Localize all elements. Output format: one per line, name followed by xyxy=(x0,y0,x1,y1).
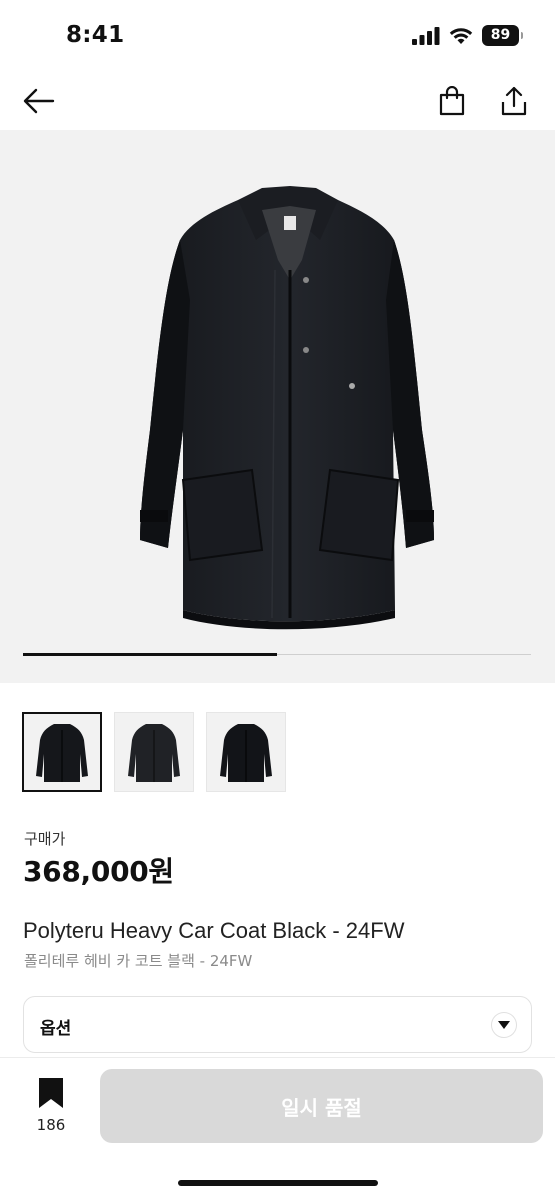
thumbnail-1[interactable] xyxy=(22,712,102,792)
share-icon xyxy=(501,86,527,116)
thumbnail-strip xyxy=(22,712,286,792)
price: 368,000원 xyxy=(23,855,174,888)
thumbnail-3[interactable] xyxy=(206,712,286,792)
option-label: 옵션 xyxy=(40,1019,72,1039)
battery-icon: 89 xyxy=(482,25,523,46)
product-title-en: Polyteru Heavy Car Coat Black - 24FW xyxy=(23,918,405,943)
home-indicator xyxy=(178,1180,378,1186)
option-chevron-button[interactable] xyxy=(491,1012,517,1038)
bookmark-button[interactable]: 186 xyxy=(24,1078,78,1134)
sold-out-button[interactable]: 일시 품절 xyxy=(100,1069,543,1143)
bottom-divider xyxy=(0,1057,555,1058)
status-icons: 89 xyxy=(412,25,523,46)
thumbnail-2[interactable] xyxy=(114,712,194,792)
chevron-down-icon xyxy=(498,1020,510,1029)
bookmark-count: 186 xyxy=(36,1116,66,1134)
product-title-ko: 폴리테루 헤비 카 코트 블랙 - 24FW xyxy=(24,952,253,970)
signal-icon xyxy=(412,26,440,45)
coat-thumbnail-icon xyxy=(128,724,180,782)
coat-thumbnail-icon xyxy=(36,724,88,782)
back-button[interactable] xyxy=(18,80,60,122)
gallery-progress xyxy=(23,653,531,656)
arrow-left-icon xyxy=(23,88,55,114)
status-time: 8:41 xyxy=(66,22,125,48)
status-bar: 8:41 89 xyxy=(0,0,555,72)
price-label: 구매가 xyxy=(24,830,66,848)
bookmark-icon xyxy=(39,1078,63,1108)
option-select[interactable]: 옵션 xyxy=(23,996,532,1053)
shopping-bag-icon xyxy=(439,86,465,116)
coat-thumbnail-icon xyxy=(220,724,272,782)
coat-image xyxy=(140,186,434,630)
gallery-progress-fill xyxy=(23,653,277,656)
nav-bar xyxy=(0,72,555,130)
wifi-icon xyxy=(449,27,473,44)
product-image-carousel[interactable] xyxy=(0,130,555,683)
share-button[interactable] xyxy=(493,80,535,122)
cart-button[interactable] xyxy=(431,80,473,122)
